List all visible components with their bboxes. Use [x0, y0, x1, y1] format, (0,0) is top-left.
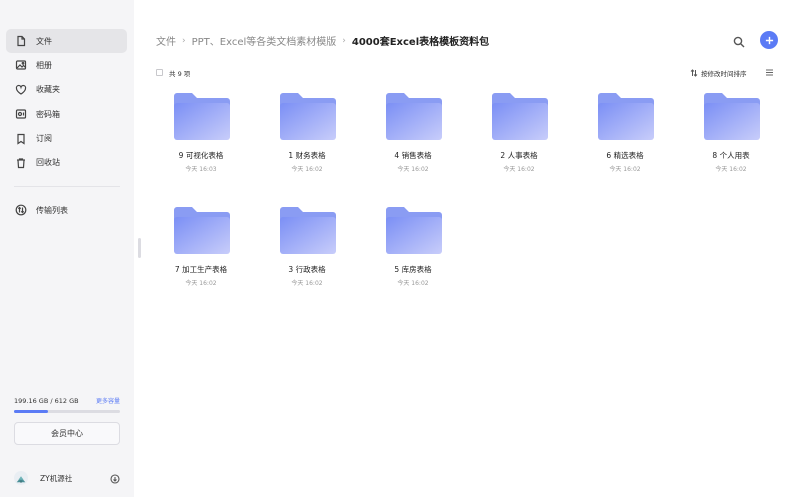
sidebar: 文件 相册 收藏夹 密码箱 订阅 回收站 传输列表 199.16 GB / 61… [0, 0, 134, 497]
more-storage-link[interactable]: 更多容量 [96, 396, 120, 405]
folder-item[interactable]: 4 销售表格 今天 16:02 [360, 92, 466, 190]
folder-name: 8 个人用表 [712, 151, 750, 160]
plus-icon [765, 36, 773, 44]
list-view-icon [766, 69, 773, 76]
folder-icon [598, 93, 654, 140]
sidebar-item-label: 回收站 [36, 158, 60, 168]
folder-modified-time: 今天 16:02 [503, 166, 535, 173]
folder-icon [704, 93, 760, 140]
safe-icon [14, 108, 27, 121]
folder-icon [280, 93, 336, 140]
storage-used-text: 199.16 GB / 612 GB [14, 396, 79, 405]
user-profile[interactable]: ZY机源社 [14, 470, 120, 486]
storage-bar [14, 410, 120, 413]
folder-item[interactable]: 1 财务表格 今天 16:02 [254, 92, 360, 190]
transfer-icon [14, 204, 27, 217]
sidebar-transfer: 传输列表 [6, 198, 127, 222]
sidebar-item-favorites[interactable]: 收藏夹 [6, 78, 127, 102]
folder-icon [174, 207, 230, 254]
item-count: 共 9 项 [169, 70, 191, 78]
folder-modified-time: 今天 16:02 [609, 166, 641, 173]
search-icon [733, 36, 745, 48]
folder-icon [174, 93, 230, 140]
folder-name: 7 加工生产表格 [174, 265, 228, 274]
sidebar-item-label: 订阅 [36, 134, 52, 144]
sidebar-nav: 文件 相册 收藏夹 密码箱 订阅 回收站 [6, 29, 127, 175]
folder-grid: 9 可视化表格 今天 16:03 1 财务表格 今天 16:02 4 销售表格 今天 16… [148, 92, 778, 304]
breadcrumb-current: 4000套Excel表格模板资料包 [351, 37, 490, 48]
sidebar-item-label: 密码箱 [36, 109, 60, 119]
sidebar-resize-handle[interactable] [138, 238, 141, 258]
sort-label: 按修改时间排序 [701, 70, 747, 78]
sidebar-item-photos[interactable]: 相册 [6, 53, 127, 77]
bookmark-icon [14, 132, 27, 145]
list-view-button[interactable] [765, 68, 774, 77]
breadcrumb-item-docs[interactable]: PPT、Excel等各类文档素材模版 [192, 33, 337, 48]
folder-modified-time: 今天 16:02 [185, 280, 217, 287]
heart-icon [14, 83, 27, 96]
folder-name: 9 可视化表格 [178, 151, 224, 160]
folder-modified-time: 今天 16:02 [715, 166, 747, 173]
folder-item[interactable]: 3 行政表格 今天 16:02 [254, 206, 360, 304]
sidebar-divider [14, 186, 120, 187]
user-menu-icon[interactable] [110, 469, 120, 488]
sidebar-item-transfer-list[interactable]: 传输列表 [6, 198, 127, 222]
folder-item[interactable]: 8 个人用表 今天 16:02 [678, 92, 784, 190]
breadcrumb-separator: › [342, 35, 346, 46]
sidebar-item-files[interactable]: 文件 [6, 29, 127, 53]
folder-item[interactable]: 6 精选表格 今天 16:02 [572, 92, 678, 190]
sidebar-item-label: 文件 [36, 36, 52, 46]
folder-item[interactable]: 7 加工生产表格 今天 16:02 [148, 206, 254, 304]
sort-icon [690, 69, 698, 77]
sidebar-item-safe[interactable]: 密码箱 [6, 102, 127, 126]
photo-icon [14, 59, 27, 72]
folder-item[interactable]: 9 可视化表格 今天 16:03 [148, 92, 254, 190]
folder-icon [280, 207, 336, 254]
search-button[interactable] [733, 33, 747, 48]
folder-name: 2 人事表格 [500, 151, 538, 160]
sidebar-item-subscriptions[interactable]: 订阅 [6, 127, 127, 151]
folder-item[interactable]: 2 人事表格 今天 16:02 [466, 92, 572, 190]
folder-name: 3 行政表格 [288, 265, 326, 274]
breadcrumb: 文件 › PPT、Excel等各类文档素材模版 › 4000套Excel表格模板… [156, 33, 490, 49]
folder-modified-time: 今天 16:02 [291, 280, 323, 287]
folder-modified-time: 今天 16:02 [291, 166, 323, 173]
sort-button[interactable]: 按修改时间排序 [690, 68, 747, 78]
avatar [14, 471, 28, 485]
folder-modified-time: 今天 16:02 [397, 280, 429, 287]
folder-icon [386, 207, 442, 254]
select-all-checkbox[interactable] [156, 69, 163, 76]
folder-icon [492, 93, 548, 140]
user-name: ZY机源社 [40, 473, 73, 483]
folder-modified-time: 今天 16:03 [185, 166, 217, 173]
folder-name: 4 销售表格 [394, 151, 432, 160]
folder-name: 6 精选表格 [606, 151, 644, 160]
sidebar-item-trash[interactable]: 回收站 [6, 151, 127, 175]
member-center-button[interactable]: 会员中心 [14, 422, 120, 445]
sidebar-item-label: 相册 [36, 60, 52, 70]
sidebar-item-label: 收藏夹 [36, 85, 60, 95]
add-button[interactable] [760, 31, 778, 49]
storage-bar-fill [14, 410, 49, 413]
folder-item[interactable]: 5 库房表格 今天 16:02 [360, 206, 466, 304]
breadcrumb-separator: › [182, 35, 186, 46]
list-toolbar: 共 9 项 按修改时间排序 [156, 67, 778, 79]
breadcrumb-item-files[interactable]: 文件 [156, 33, 176, 48]
folder-modified-time: 今天 16:02 [397, 166, 429, 173]
storage-info: 199.16 GB / 612 GB 更多容量 [14, 396, 120, 413]
folder-name: 1 财务表格 [288, 151, 326, 160]
folder-name: 5 库房表格 [394, 265, 432, 274]
file-icon [14, 35, 27, 48]
trash-icon [14, 156, 27, 169]
sidebar-item-label: 传输列表 [36, 205, 68, 215]
folder-icon [386, 93, 442, 140]
